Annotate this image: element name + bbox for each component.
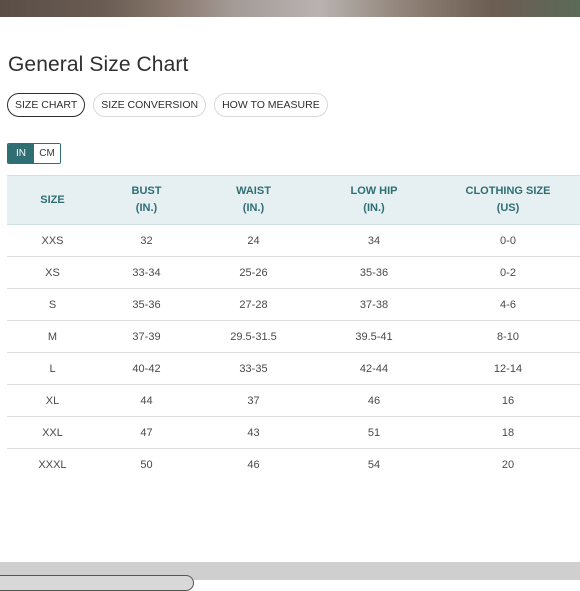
unit-toggle: IN CM xyxy=(7,143,61,164)
cell-clothing-size: 20 xyxy=(501,458,515,471)
cell-clothing-size: 16 xyxy=(436,384,580,417)
header-clothing-size: CLOTHING SIZE (US) xyxy=(436,175,580,225)
header-unit: (IN.) xyxy=(135,202,158,214)
cell-clothing-size: 4-6 xyxy=(436,288,580,321)
table-row: XS 33-34 25-26 35-36 0-2 xyxy=(7,256,580,289)
header-line: BUST xyxy=(131,185,162,197)
table-row: L 40-42 33-35 42-44 12-14 xyxy=(7,352,580,385)
cell-waist: 25-26 xyxy=(195,256,312,289)
cell-size: XXL xyxy=(7,416,98,449)
cell-bust: 33-34 xyxy=(98,256,195,289)
cell-waist: 24 xyxy=(195,224,312,257)
cell-low-hip: 54 xyxy=(367,458,381,471)
cell-bust: 47 xyxy=(98,416,195,449)
header-bust: BUST (IN.) xyxy=(98,175,195,225)
tab-size-chart[interactable]: SIZE CHART xyxy=(7,93,86,117)
header-unit: (IN.) xyxy=(242,202,265,214)
header-unit: (IN.) xyxy=(363,202,385,214)
cell-size: S xyxy=(7,288,98,321)
cell-bust: 37-39 xyxy=(98,320,195,353)
cell-low-hip: 34 xyxy=(312,224,436,257)
cell-size: XXXL xyxy=(38,458,67,471)
header-waist: WAIST (IN.) xyxy=(195,175,312,225)
table-row: XXS 32 24 34 0-0 xyxy=(7,224,580,257)
cell-size: XS xyxy=(7,256,98,289)
table-row: M 37-39 29.5-31.5 39.5-41 8-10 xyxy=(7,320,580,353)
cell-waist: 33-35 xyxy=(195,352,312,385)
cell-clothing-size: 8-10 xyxy=(436,320,580,353)
table-row: S 35-36 27-28 37-38 4-6 xyxy=(7,288,580,321)
cell-bust: 50 xyxy=(140,458,153,471)
header-line: LOW HIP xyxy=(350,185,398,197)
cell-low-hip: 39.5-41 xyxy=(312,320,436,353)
cell-size: XXS xyxy=(7,224,98,257)
cell-clothing-size: 0-0 xyxy=(436,224,580,257)
cell-low-hip: 51 xyxy=(312,416,436,449)
table-row: XXXL 50 46 54 20 xyxy=(7,449,580,481)
tab-size-conversion[interactable]: SIZE CONVERSION xyxy=(93,93,207,117)
table-header-row: SIZE BUST (IN.) WAIST (IN.) LOW HIP (IN.… xyxy=(7,175,580,225)
unit-cm-button[interactable]: CM xyxy=(34,144,60,163)
header-line: SIZE xyxy=(40,193,65,206)
cell-bust: 35-36 xyxy=(98,288,195,321)
cell-bust: 40-42 xyxy=(98,352,195,385)
bottom-pill-button[interactable] xyxy=(0,575,194,591)
cell-clothing-size: 18 xyxy=(436,416,580,449)
cell-low-hip: 42-44 xyxy=(312,352,436,385)
cell-bust: 44 xyxy=(98,384,195,417)
cell-clothing-size: 12-14 xyxy=(436,352,580,385)
cell-waist: 27-28 xyxy=(195,288,312,321)
cell-low-hip: 46 xyxy=(312,384,436,417)
cell-clothing-size: 0-2 xyxy=(436,256,580,289)
cell-bust: 32 xyxy=(98,224,195,257)
cell-size: M xyxy=(7,320,98,353)
cell-low-hip: 37-38 xyxy=(312,288,436,321)
unit-in-button[interactable]: IN xyxy=(8,144,34,163)
cell-low-hip: 35-36 xyxy=(312,256,436,289)
table-row: XXL 47 43 51 18 xyxy=(7,416,580,449)
cell-waist: 29.5-31.5 xyxy=(195,320,312,353)
header-line: WAIST xyxy=(236,185,271,197)
cell-size: L xyxy=(7,352,98,385)
header-low-hip: LOW HIP (IN.) xyxy=(312,175,436,225)
header-line: CLOTHING SIZE xyxy=(465,185,551,197)
cell-waist: 46 xyxy=(247,458,260,471)
cell-size: XL xyxy=(7,384,98,417)
cell-waist: 37 xyxy=(195,384,312,417)
tab-how-to-measure[interactable]: HOW TO MEASURE xyxy=(214,93,328,117)
size-tabs: SIZE CHART SIZE CONVERSION HOW TO MEASUR… xyxy=(7,93,328,117)
size-chart-table: SIZE BUST (IN.) WAIST (IN.) LOW HIP (IN.… xyxy=(7,175,580,480)
cell-waist: 43 xyxy=(195,416,312,449)
page-title: General Size Chart xyxy=(8,53,189,76)
header-photo xyxy=(0,0,580,17)
header-size: SIZE xyxy=(7,175,98,225)
table-row: XL 44 37 46 16 xyxy=(7,384,580,417)
header-unit: (US) xyxy=(496,202,520,214)
